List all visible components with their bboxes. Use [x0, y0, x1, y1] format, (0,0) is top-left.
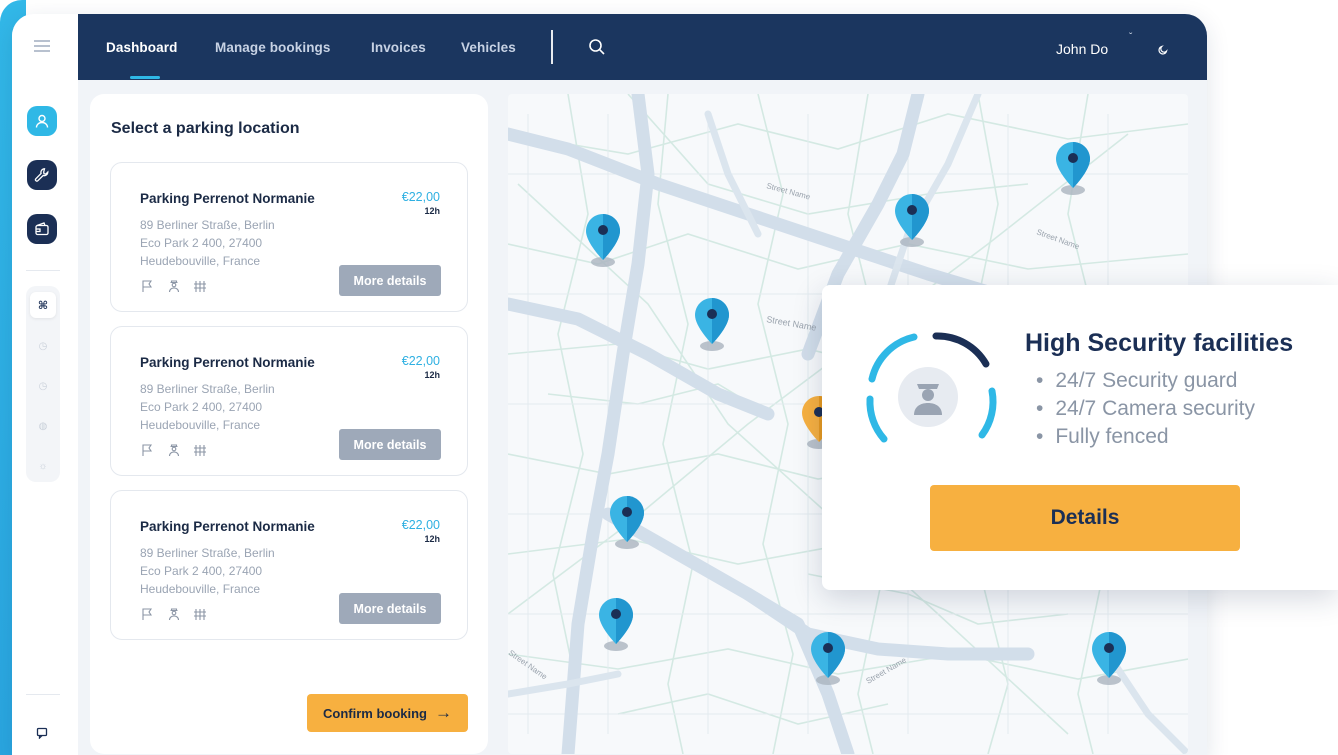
street-label: Street Name — [765, 181, 811, 201]
sidebar-divider — [26, 694, 60, 695]
command-icon[interactable]: ⌘ — [30, 292, 56, 318]
flag-icon — [142, 280, 153, 292]
clock-icon[interactable]: ◷ — [33, 376, 53, 396]
globe-icon[interactable]: ◍ — [33, 416, 53, 436]
parking-price: €22,00 — [401, 518, 440, 532]
map-pin[interactable] — [1054, 140, 1092, 196]
street-label: Street Name — [1035, 227, 1081, 251]
security-guard-icon — [168, 608, 180, 621]
map-pin[interactable] — [597, 596, 635, 652]
nav-dashboard[interactable]: Dashboard — [106, 40, 177, 55]
flag-icon — [142, 444, 153, 456]
sidebar-group: ⌘ ◷ ◷ ◍ ☼ — [26, 286, 60, 482]
parking-name: Parking Perrenot Normanie — [140, 355, 315, 370]
nav-manage-bookings[interactable]: Manage bookings — [215, 40, 331, 55]
arrow-right-icon: → — [435, 703, 452, 722]
nav-separator — [551, 30, 553, 64]
map-pin[interactable] — [584, 212, 622, 268]
moon-icon[interactable] — [1158, 42, 1168, 60]
amenity-icons — [141, 443, 207, 457]
nav-vehicles[interactable]: Vehicles — [461, 40, 516, 55]
price-unit: 12h — [424, 370, 440, 380]
parking-name: Parking Perrenot Normanie — [140, 191, 315, 206]
chat-icon[interactable] — [33, 724, 51, 742]
top-navigation: Dashboard Manage bookings Invoices Vehic… — [78, 14, 1207, 80]
street-label: Street Name — [766, 314, 818, 333]
parking-card[interactable]: Parking Perrenot Normanie 89 Berliner St… — [110, 162, 468, 312]
feature-list: 24/7 Security guard 24/7 Camera security… — [1036, 367, 1255, 451]
feature-item: Fully fenced — [1036, 423, 1255, 451]
details-button[interactable]: Details — [930, 485, 1240, 551]
security-popup: High Security facilities 24/7 Security g… — [822, 285, 1338, 590]
map-pin[interactable] — [893, 192, 931, 248]
sidebar-divider — [26, 270, 60, 271]
map-pin[interactable] — [608, 494, 646, 550]
user-name[interactable]: John Do — [1056, 41, 1108, 57]
nav-invoices[interactable]: Invoices — [371, 40, 426, 55]
security-guard-icon — [168, 280, 180, 293]
confirm-booking-button[interactable]: Confirm booking → — [307, 694, 468, 732]
panel-title: Select a parking location — [111, 120, 300, 137]
wallet-icon — [35, 222, 49, 236]
wrench-icon — [34, 168, 49, 182]
map-pin[interactable] — [1090, 630, 1128, 686]
chevron-down-icon[interactable]: ˇ — [1129, 32, 1132, 43]
parking-price: €22,00 — [401, 354, 440, 368]
more-details-button[interactable]: More details — [339, 593, 441, 624]
more-details-button[interactable]: More details — [339, 265, 441, 296]
map-pin[interactable] — [693, 296, 731, 352]
street-label: Street Name — [865, 655, 909, 686]
price-unit: 12h — [424, 534, 440, 544]
confirm-booking-label: Confirm booking — [323, 705, 427, 721]
menu-icon[interactable] — [34, 40, 50, 52]
sidebar-rail: ⌘ ◷ ◷ ◍ ☼ — [12, 14, 78, 755]
parking-card[interactable]: Parking Perrenot Normanie 89 Berliner St… — [110, 490, 468, 640]
sidebar-item-user[interactable] — [27, 106, 57, 136]
parking-name: Parking Perrenot Normanie — [140, 519, 315, 534]
popup-title: High Security facilities — [1025, 329, 1294, 357]
flag-icon — [142, 608, 153, 620]
fence-icon — [194, 281, 206, 292]
feature-item: 24/7 Security guard — [1036, 367, 1255, 395]
amenity-icons — [141, 607, 207, 621]
sun-icon[interactable]: ☼ — [33, 456, 53, 476]
security-gauge-icon — [866, 332, 997, 443]
sidebar-item-tools[interactable] — [27, 160, 57, 190]
parking-address: 89 Berliner Straße, Berlin Eco Park 2 40… — [140, 546, 275, 596]
clock-icon[interactable]: ◷ — [33, 336, 53, 356]
amenity-icons — [141, 279, 207, 293]
search-icon[interactable] — [588, 38, 606, 61]
active-tab-indicator — [130, 76, 160, 79]
parking-price: €22,00 — [401, 190, 440, 204]
fence-icon — [194, 445, 206, 456]
map-pin[interactable] — [809, 630, 847, 686]
user-icon — [35, 114, 49, 128]
street-label: Street Name — [508, 648, 549, 681]
parking-card[interactable]: Parking Perrenot Normanie 89 Berliner St… — [110, 326, 468, 476]
price-unit: 12h — [424, 206, 440, 216]
more-details-button[interactable]: More details — [339, 429, 441, 460]
parking-panel: Select a parking location Parking Perren… — [90, 94, 488, 754]
security-guard-icon — [168, 444, 180, 457]
fence-icon — [194, 609, 206, 620]
parking-address: 89 Berliner Straße, Berlin Eco Park 2 40… — [140, 382, 275, 432]
feature-item: 24/7 Camera security — [1036, 395, 1255, 423]
sidebar-item-wallet[interactable] — [27, 214, 57, 244]
parking-address: 89 Berliner Straße, Berlin Eco Park 2 40… — [140, 218, 275, 268]
